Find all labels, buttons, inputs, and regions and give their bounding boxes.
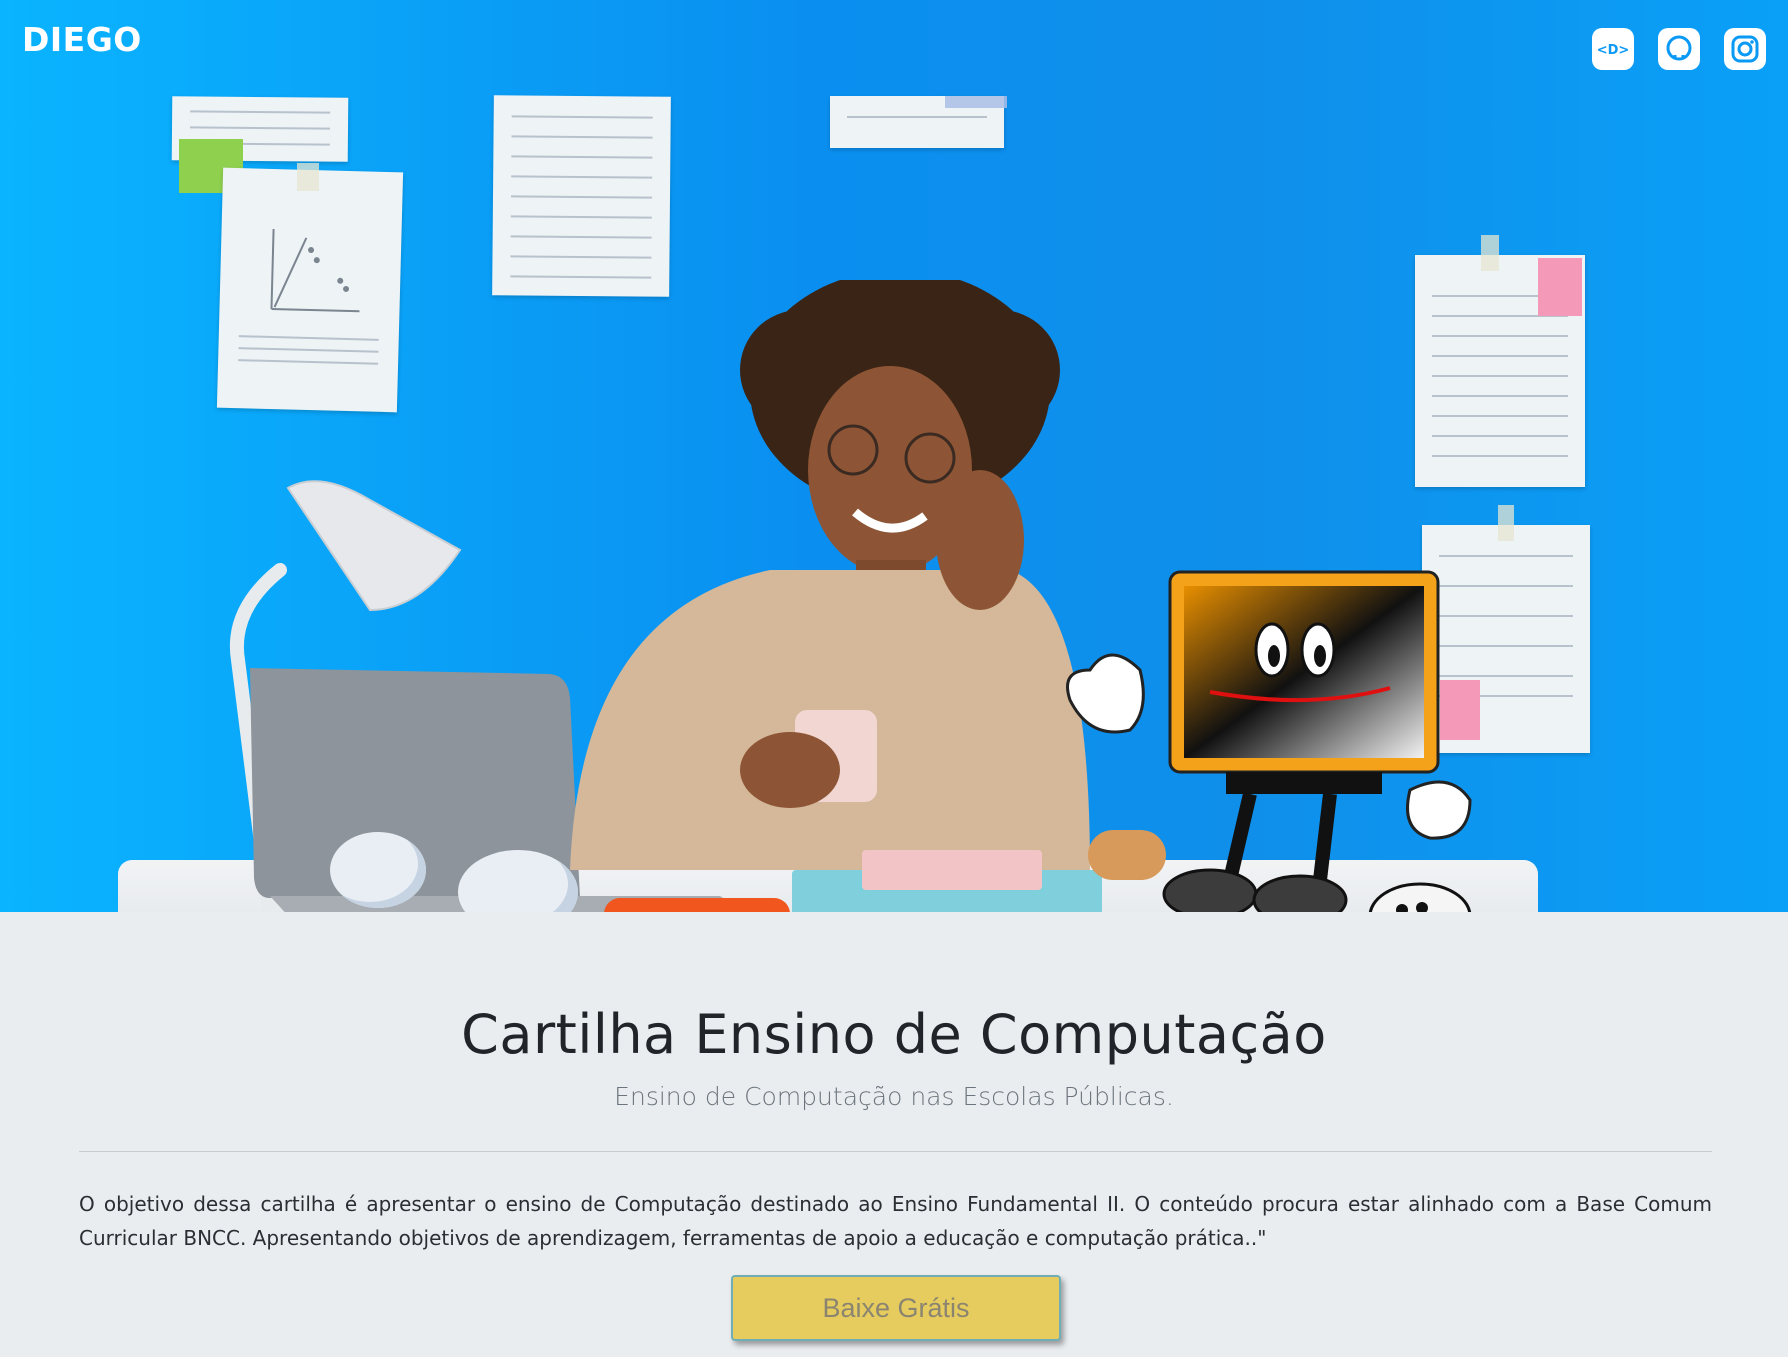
paper-ball bbox=[330, 832, 426, 908]
page-title: Cartilha Ensino de Computação bbox=[461, 1003, 1327, 1066]
book-stack bbox=[862, 850, 1042, 890]
hero-banner: DIEGO <D> bbox=[0, 0, 1788, 912]
tape bbox=[1498, 505, 1514, 541]
page-subtitle: Ensino de Computação nas Escolas Pública… bbox=[614, 1082, 1174, 1111]
hard-drive bbox=[604, 898, 790, 912]
sticky-note bbox=[1538, 258, 1582, 316]
tape bbox=[945, 96, 1007, 108]
divider bbox=[79, 1151, 1712, 1152]
github-icon[interactable] bbox=[1658, 28, 1700, 70]
download-button[interactable]: Baixe Grátis bbox=[731, 1275, 1061, 1341]
cartoon-computer bbox=[1066, 570, 1472, 912]
wall-paper bbox=[492, 95, 671, 297]
tape bbox=[1481, 235, 1499, 271]
brand-logo[interactable]: DIEGO bbox=[22, 20, 142, 59]
instagram-icon[interactable] bbox=[1724, 28, 1766, 70]
devto-icon[interactable]: <D> bbox=[1592, 28, 1634, 70]
wall-paper bbox=[216, 167, 404, 413]
description-text: O objetivo dessa cartilha é apresentar o… bbox=[79, 1192, 1712, 1250]
person-photo bbox=[570, 255, 1090, 880]
tape bbox=[297, 163, 319, 191]
social-links: <D> bbox=[1592, 28, 1766, 70]
svg-text:<D>: <D> bbox=[1598, 43, 1628, 58]
